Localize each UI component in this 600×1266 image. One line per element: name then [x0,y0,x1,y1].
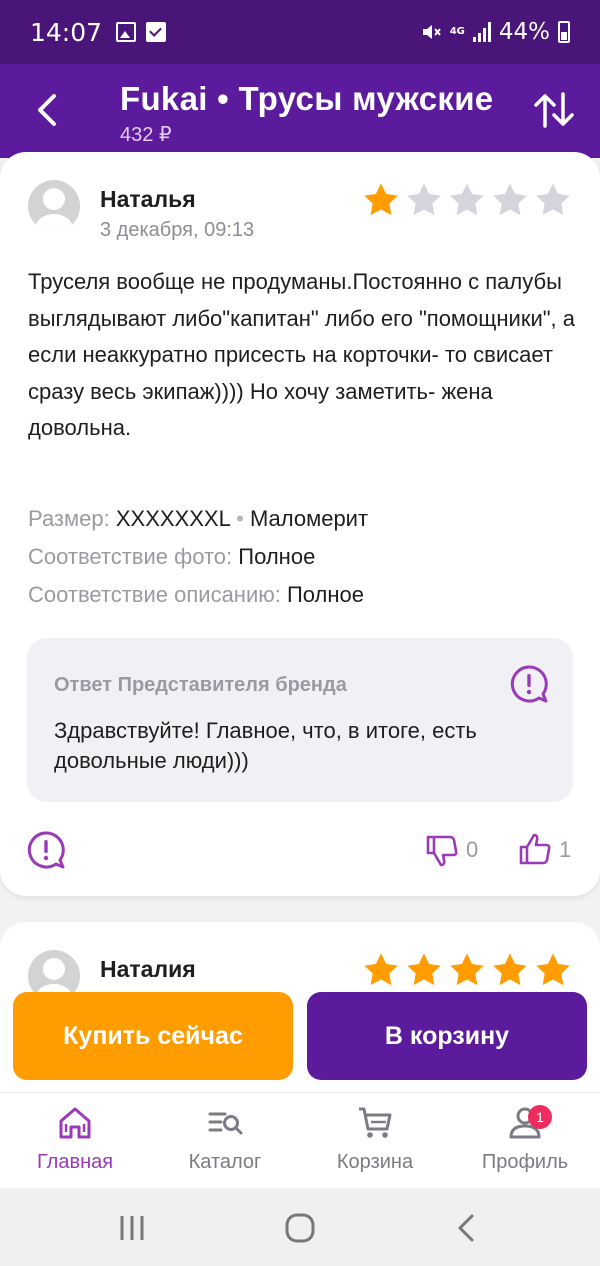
network-type-icon: 4G [449,26,465,37]
thumbs-down-icon [426,835,458,867]
nav-catalog-label: Каталог [188,1151,262,1173]
review-author: Наталья [100,186,196,212]
review-card: Наталья 3 декабря, 09:13 Труселя вообще … [0,152,600,896]
product-title: Fukai • Трусы мужские [120,80,494,117]
cart-icon [359,1107,392,1138]
avatar [28,180,80,232]
home-button-icon[interactable] [280,1210,320,1246]
size-value: XXXXXXXL [115,506,230,531]
star-filled-icon [364,183,398,216]
system-nav-bar [0,1188,600,1266]
product-price: 432 ₽ [120,124,172,146]
photo-match-label: Соответствие фото: [28,544,233,569]
brand-reply: Ответ Представителя бренда Здравствуйте!… [27,638,573,802]
star-filled-icon [407,953,441,986]
check-notification-icon [146,22,167,42]
star-empty-icon [493,183,527,216]
home-icon [59,1107,91,1139]
star-empty-icon [536,183,570,216]
bottom-nav: Главная Каталог Корзина 1 Профиль [0,1092,600,1188]
star-filled-icon [450,953,484,986]
title-block: Fukai • Трусы мужские 432 ₽ [120,80,520,147]
review-text: Труселя вообще не продуманы.Постоянно с … [28,269,576,440]
star-filled-icon [536,953,570,986]
size-label: Размер: [28,506,110,531]
profile-badge: 1 [528,1105,552,1129]
star-empty-icon [407,183,441,216]
nav-cart-label: Корзина [336,1151,414,1173]
separator-dot: • [236,506,244,531]
thumbs-up-icon [519,833,551,865]
like-count: 1 [559,837,572,862]
back-button[interactable] [28,88,68,132]
nav-profile-label: Профиль [481,1151,569,1173]
description-match-value: Полное [286,582,365,607]
description-match-row: Соответствие описанию: Полное [28,582,588,608]
like-button[interactable]: 1 [517,832,571,868]
battery-percent: 44% [498,19,550,45]
report-review-icon[interactable] [26,830,66,870]
nav-profile[interactable]: 1 Профиль [450,1093,600,1188]
rating-stars [362,952,572,986]
buy-now-button[interactable]: Купить сейчас [13,992,293,1080]
brand-reply-text: Здравствуйте! Главное, что, в итоге, ест… [54,718,477,773]
mute-icon [422,25,441,39]
size-row: Размер: XXXXXXXL • Маломерит [28,506,588,532]
star-filled-icon [493,953,527,986]
photo-match-row: Соответствие фото: Полное [28,544,588,570]
nav-cart[interactable]: Корзина [300,1093,450,1188]
status-bar: 14:07 4G 44% [0,0,600,64]
review-author: Наталия [100,956,196,982]
nav-home[interactable]: Главная [0,1093,150,1188]
app-bar: Fukai • Трусы мужские 432 ₽ [0,64,600,158]
report-reply-icon[interactable] [509,664,549,704]
status-time: 14:07 [30,17,103,47]
back-nav-icon[interactable] [448,1210,488,1246]
nav-catalog[interactable]: Каталог [150,1093,300,1188]
brand-reply-title: Ответ Представителя бренда [54,674,347,696]
add-to-cart-button[interactable]: В корзину [307,992,587,1080]
fit-value: Маломерит [249,506,369,531]
review-date: 3 декабря, 09:13 [100,219,255,241]
photo-match-value: Полное [238,544,316,569]
nav-home-label: Главная [36,1151,114,1173]
star-filled-icon [364,953,398,986]
dislike-count: 0 [466,837,479,862]
star-empty-icon [450,183,484,216]
description-match-label: Соответствие описанию: [28,582,281,607]
dislike-button[interactable]: 0 [424,832,478,868]
sort-button[interactable] [532,90,576,130]
battery-icon [558,21,570,43]
signal-icon [472,22,491,42]
recent-apps-icon[interactable] [112,1210,152,1246]
catalog-icon [208,1112,243,1135]
gallery-notification-icon [116,22,137,42]
rating-stars [362,182,572,216]
